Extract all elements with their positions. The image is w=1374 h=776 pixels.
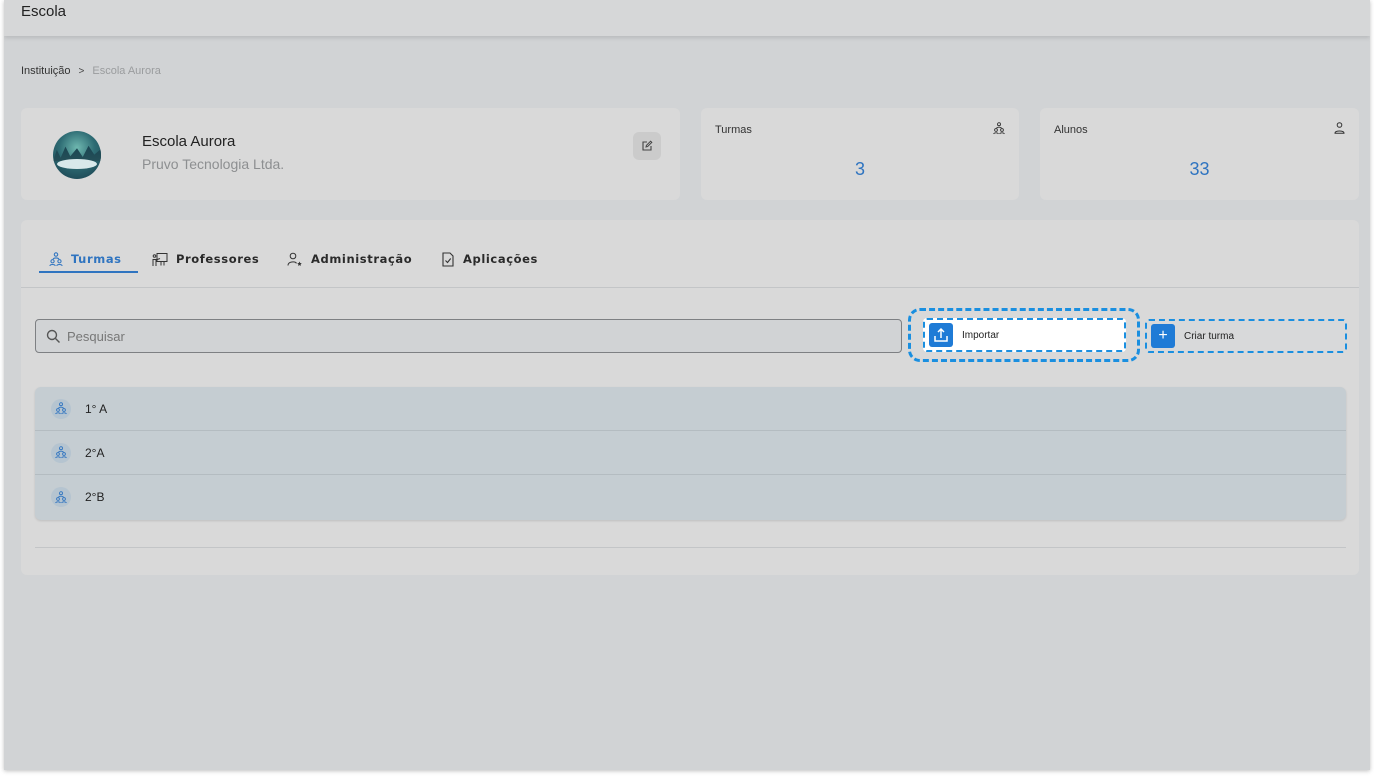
breadcrumb: Instituição > Escola Aurora [21, 65, 161, 77]
upload-icon [929, 323, 953, 347]
edit-school-button[interactable] [633, 132, 661, 160]
classes-stat-label: Turmas [715, 124, 752, 136]
search-placeholder: Pesquisar [67, 328, 125, 344]
search-field[interactable]: Pesquisar [35, 319, 902, 353]
school-name: Escola Aurora [142, 133, 236, 150]
classes-icon [51, 398, 71, 419]
person-icon [1334, 122, 1345, 134]
classes-icon [51, 442, 71, 463]
tab-label: Aplicações [463, 252, 538, 266]
class-name: 1° A [85, 401, 108, 416]
app-title: Escola [21, 3, 67, 20]
teacher-board-icon [152, 252, 168, 266]
class-name: 2°A [85, 445, 105, 460]
school-card: Escola Aurora Pruvo Tecnologia Ltda. [21, 108, 680, 200]
school-company: Pruvo Tecnologia Ltda. [142, 156, 285, 172]
students-stat-value: 33 [1189, 159, 1210, 179]
search-icon [46, 329, 60, 343]
classes-list: 1° A 2°A 2°B [35, 387, 1346, 520]
class-row[interactable]: 2°A [35, 431, 1346, 475]
classes-icon [993, 122, 1005, 135]
classes-icon [51, 487, 71, 507]
document-check-icon [442, 251, 454, 267]
class-name: 2°B [85, 490, 105, 504]
tab-turmas[interactable]: Turmas [49, 244, 122, 274]
divider [35, 547, 1346, 548]
edit-icon [642, 140, 653, 151]
class-row[interactable]: 1° A [35, 387, 1346, 431]
tab-label: Administração [311, 252, 413, 266]
active-tab-indicator [39, 271, 138, 273]
import-button[interactable]: Importar [923, 318, 1126, 352]
plus-icon: + [1151, 324, 1175, 348]
import-button-label: Importar [962, 329, 1000, 341]
tab-aplicacoes[interactable]: Aplicações [441, 244, 538, 274]
tab-label: Professores [176, 252, 260, 266]
app-window: Escola Instituição > Escola Aurora Escol… [4, 0, 1370, 770]
tab-professores[interactable]: Professores [152, 244, 259, 274]
breadcrumb-current: Escola Aurora [92, 65, 161, 77]
breadcrumb-separator: > [78, 65, 85, 77]
students-stat-label: Alunos [1054, 124, 1088, 136]
tab-bar: Turmas Professores Administração Aplicaç… [21, 220, 1359, 288]
classes-panel: Turmas Professores Administração Aplicaç… [21, 220, 1359, 575]
admin-user-icon [287, 252, 302, 266]
tab-label: Turmas [71, 252, 122, 266]
classes-stat-value: 3 [854, 159, 865, 179]
create-class-button-label: Criar turma [1184, 330, 1235, 342]
school-avatar [53, 131, 101, 179]
top-bar: Escola [4, 0, 1370, 36]
tab-administracao[interactable]: Administração [287, 244, 412, 274]
students-stat-card: Alunos 33 [1040, 108, 1359, 200]
class-row[interactable]: 2°B [35, 475, 1346, 519]
breadcrumb-root[interactable]: Instituição [21, 65, 71, 77]
classes-icon [49, 251, 63, 266]
create-class-button[interactable]: + Criar turma [1145, 319, 1347, 353]
classes-stat-card: Turmas 3 [701, 108, 1019, 200]
